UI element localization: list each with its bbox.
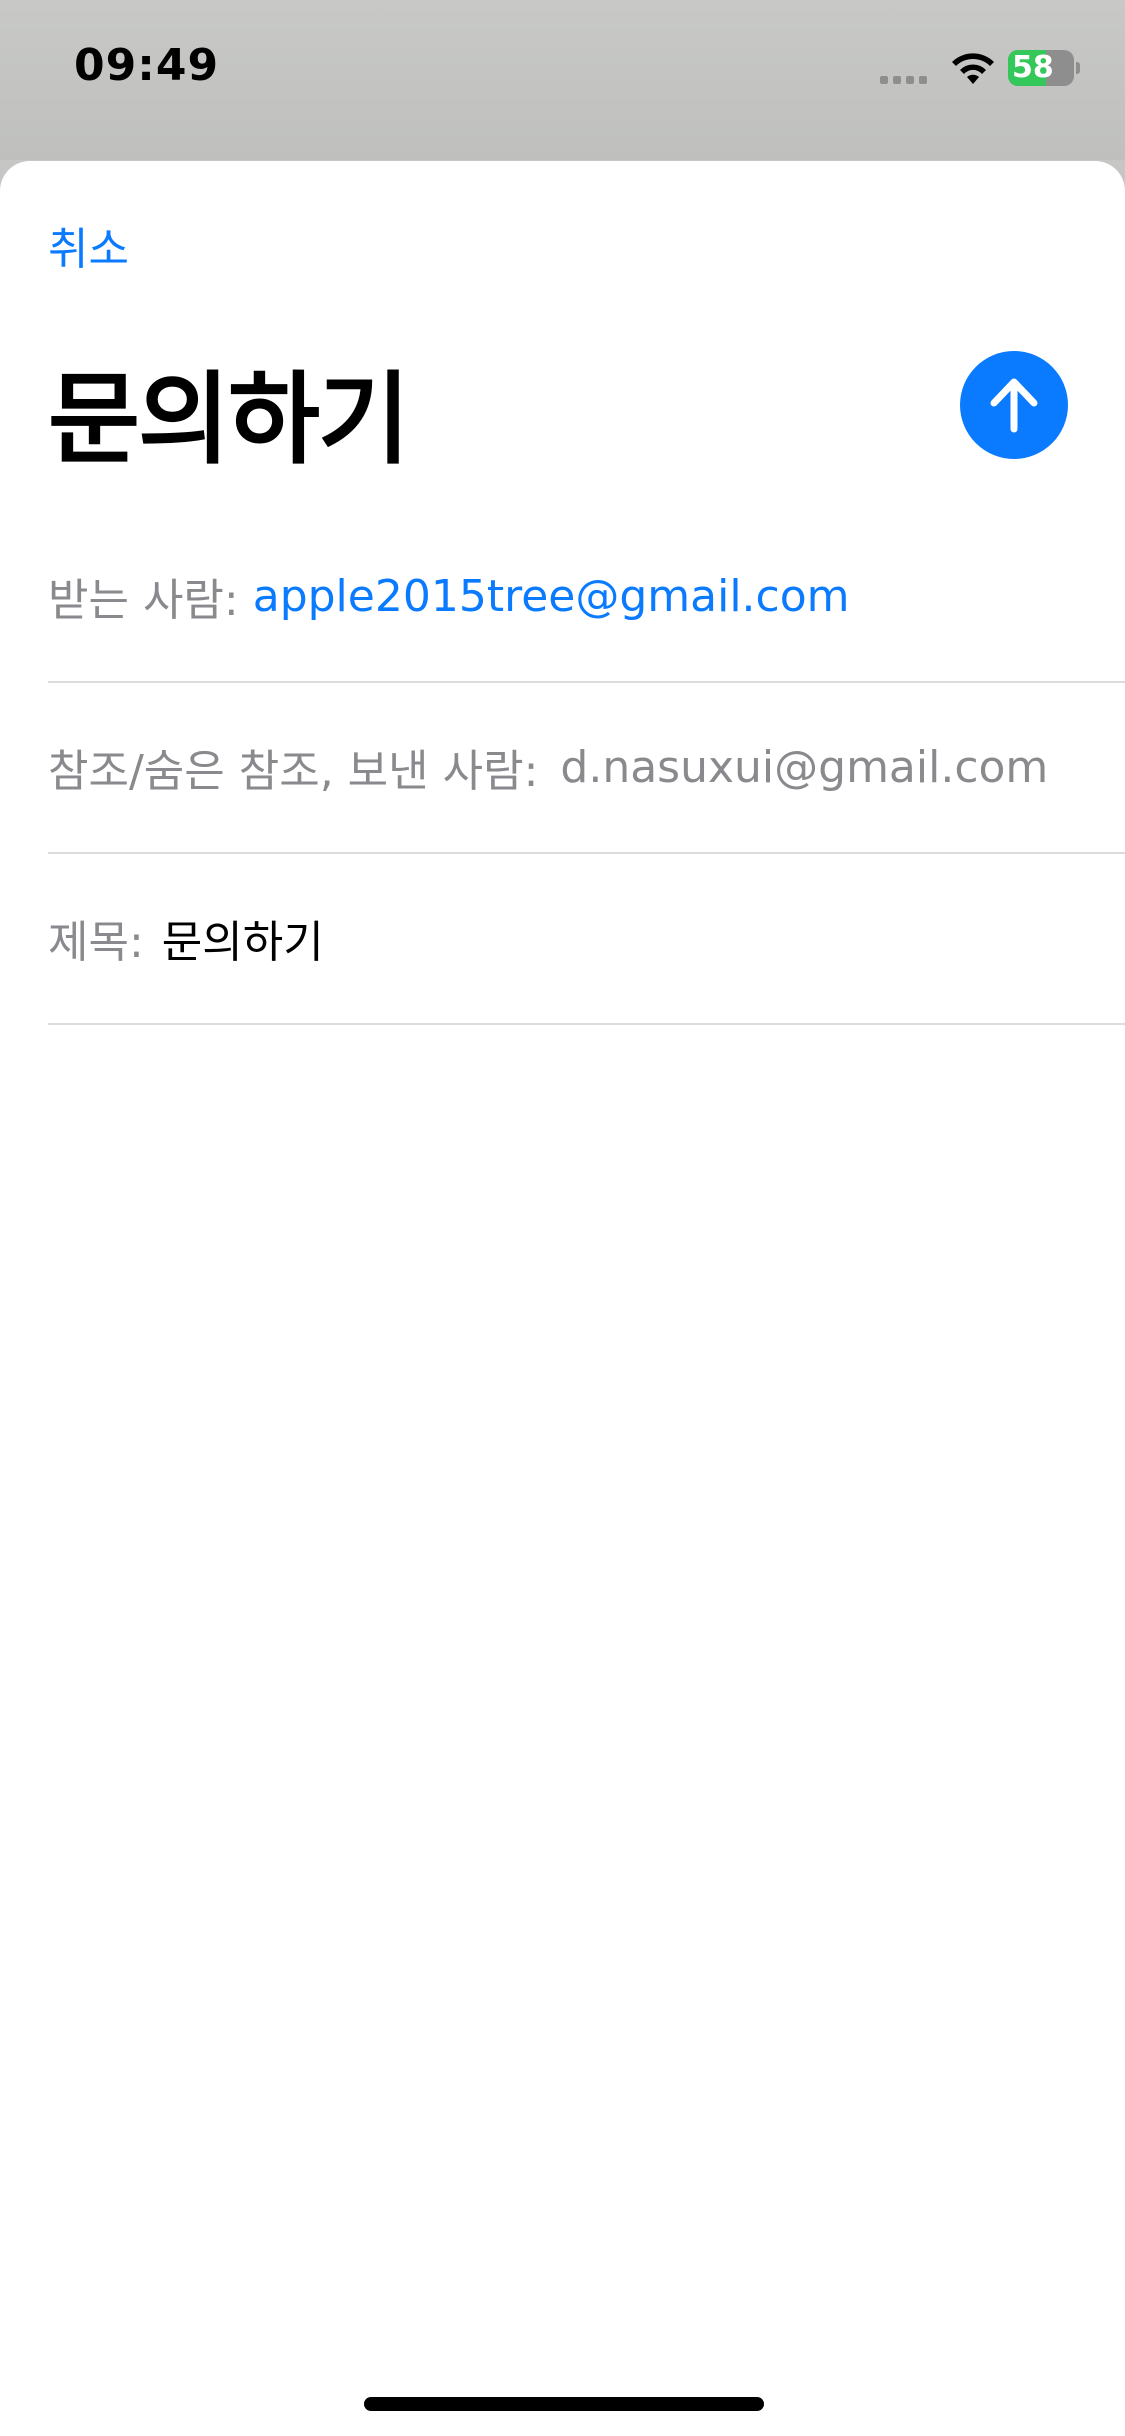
wifi-icon	[952, 53, 994, 84]
to-label: 받는 사람:	[48, 575, 239, 626]
cc-bcc-from-field-row[interactable]: 참조/숨은 참조, 보낸 사람: d.nasuxui@gmail.com	[48, 682, 1125, 854]
home-indicator	[364, 2397, 764, 2411]
to-field-row[interactable]: 받는 사람: apple2015tree@gmail.com	[48, 511, 1125, 683]
subject-field-row[interactable]: 제목: 문의하기	[48, 853, 1125, 1025]
arrow-up-icon	[990, 378, 1038, 433]
subject-input[interactable]: 문의하기	[162, 906, 324, 970]
battery-charging-icon: 58	[1008, 50, 1080, 88]
to-recipient[interactable]: apple2015tree@gmail.com	[253, 571, 850, 622]
battery-level: 58	[1012, 50, 1054, 85]
send-button[interactable]	[960, 351, 1068, 459]
status-bar: 09:49 58	[0, 0, 1125, 160]
subject-label: 제목:	[48, 917, 144, 968]
cellular-signal-icon	[880, 76, 927, 84]
cancel-button[interactable]: 취소	[48, 213, 129, 277]
status-time: 09:49	[74, 40, 220, 91]
from-address[interactable]: d.nasuxui@gmail.com	[560, 742, 1048, 793]
page-title: 문의하기	[48, 361, 410, 478]
cc-bcc-from-label: 참조/숨은 참조, 보낸 사람:	[48, 746, 539, 797]
compose-sheet	[0, 161, 1125, 2436]
